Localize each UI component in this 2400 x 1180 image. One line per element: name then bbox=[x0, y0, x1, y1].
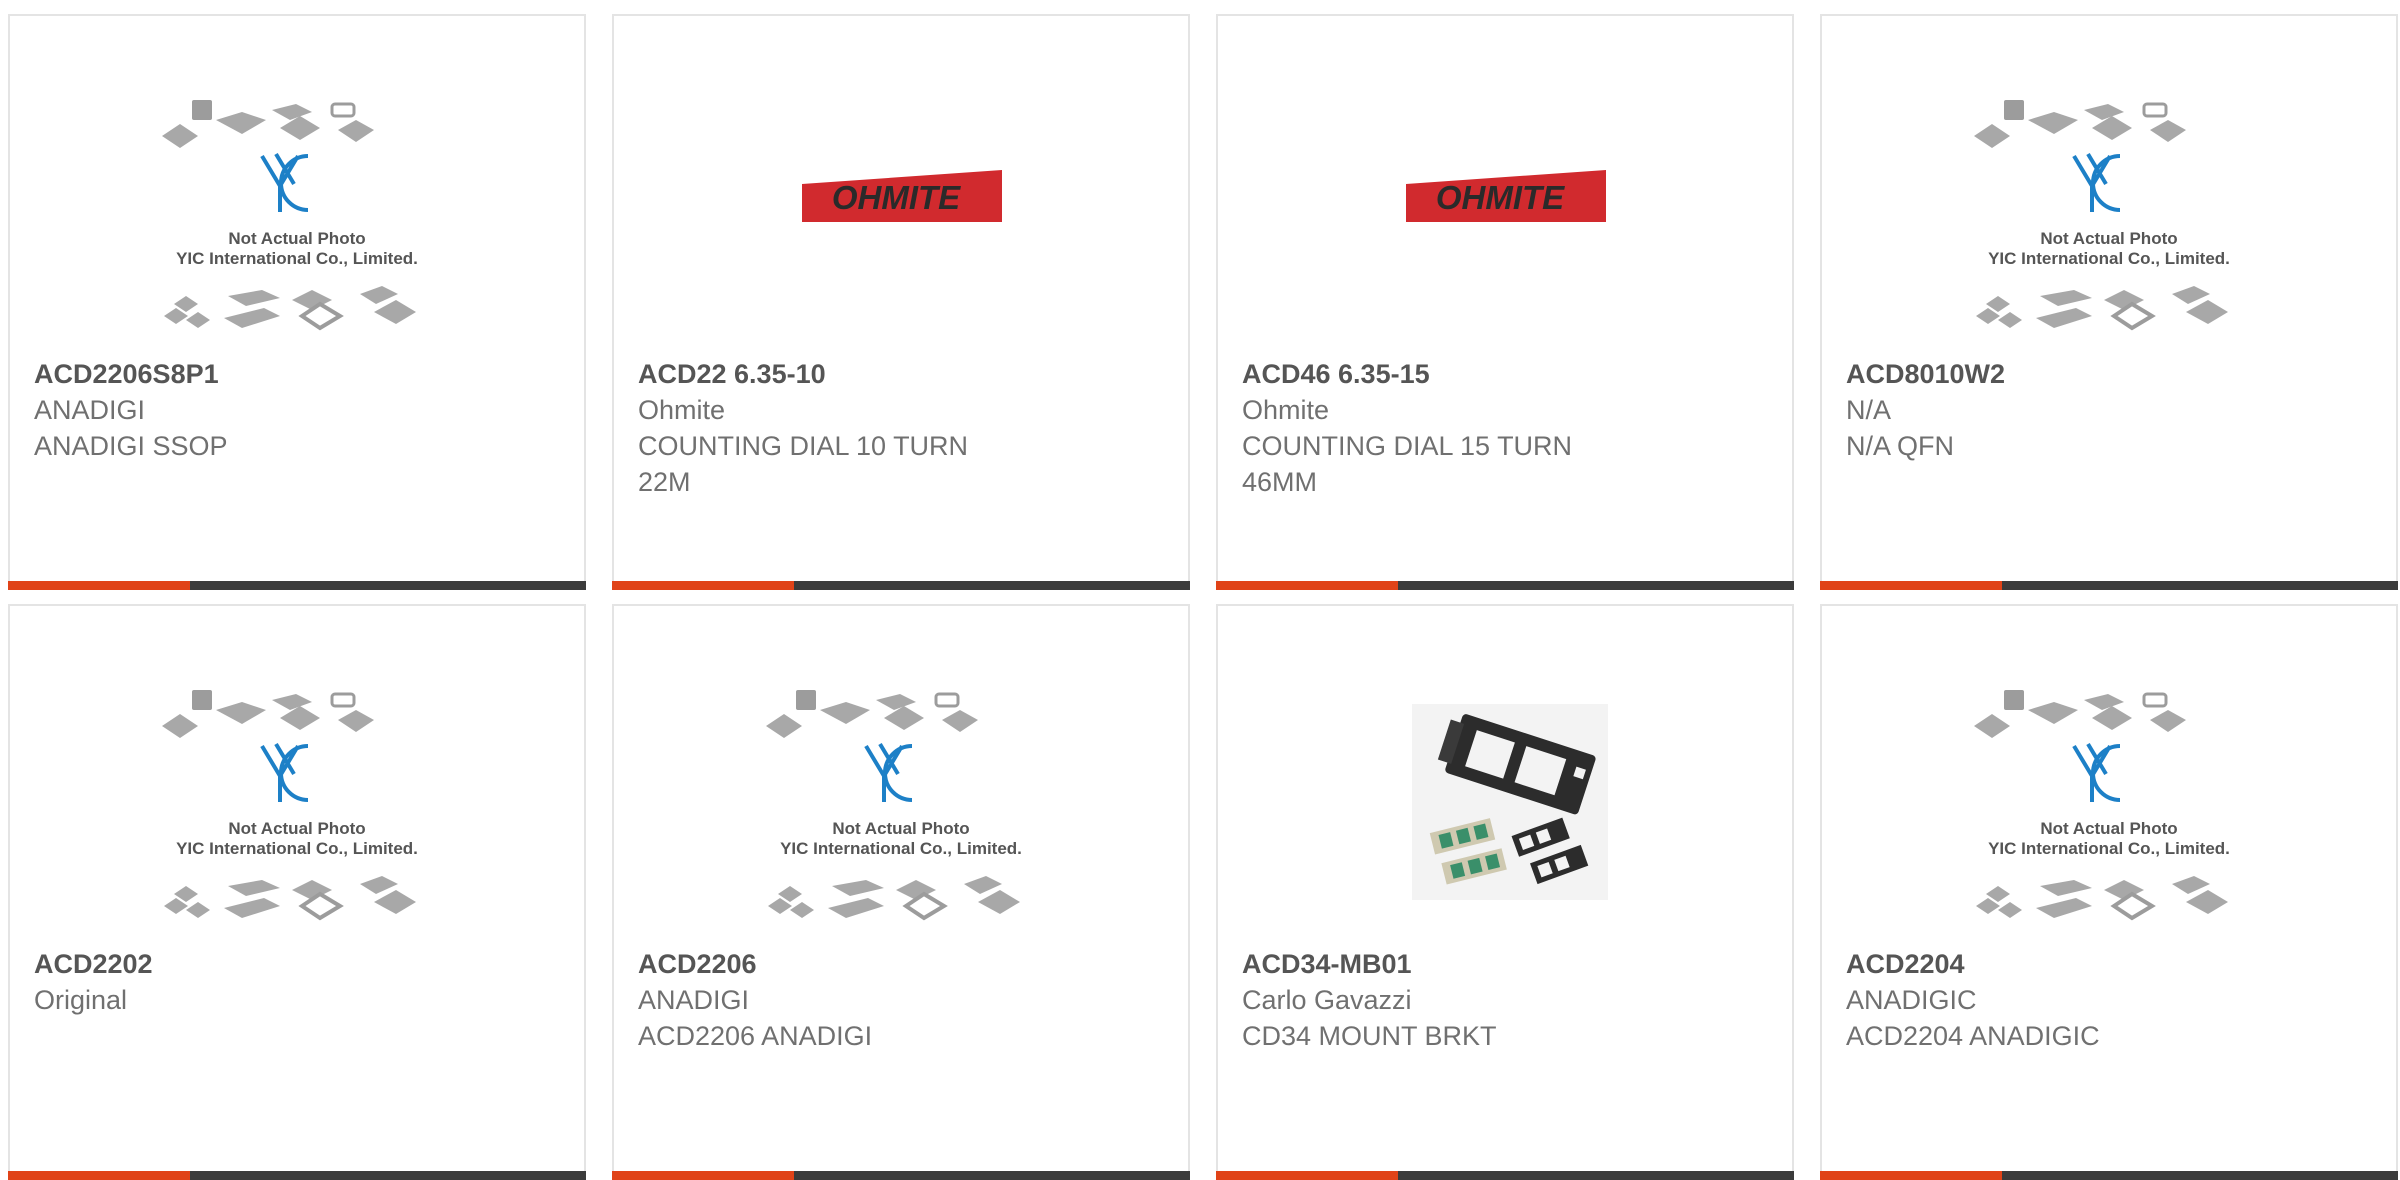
product-image[interactable]: Not Actual Photo YIC International Co., … bbox=[152, 684, 442, 946]
manufacturer: Ohmite bbox=[638, 395, 726, 425]
svg-text:OHMITE: OHMITE bbox=[1436, 179, 1565, 216]
svg-text:YIC International Co., Limited: YIC International Co., Limited. bbox=[176, 249, 418, 268]
product-image[interactable]: OHMITE bbox=[756, 94, 1046, 356]
product-info: ACD34-MB01 Carlo Gavazzi CD34 MOUNT BRKT bbox=[1242, 946, 1768, 1054]
description: COUNTING DIAL 15 TURN 46MM bbox=[1242, 431, 1573, 497]
manufacturer: Original bbox=[34, 985, 128, 1015]
card-bottom-bar bbox=[1820, 581, 2398, 590]
card-accent-bar bbox=[1820, 581, 2002, 590]
part-number[interactable]: ACD2204 bbox=[1846, 946, 2372, 982]
product-card[interactable]: Not Actual Photo YIC International Co., … bbox=[8, 14, 586, 590]
manufacturer: N/A bbox=[1846, 395, 1892, 425]
svg-text:Not Actual Photo: Not Actual Photo bbox=[228, 819, 365, 838]
product-info: ACD8010W2 N/A N/A QFN bbox=[1846, 356, 2372, 464]
description: ANADIGI SSOP bbox=[34, 431, 228, 461]
manufacturer: ANADIGI bbox=[638, 985, 750, 1015]
card-accent-bar bbox=[1820, 1171, 2002, 1180]
ohmite-logo-icon: OHMITE bbox=[1406, 170, 1606, 222]
part-number[interactable]: ACD2202 bbox=[34, 946, 560, 982]
yic-placeholder-icon: Not Actual Photo YIC International Co., … bbox=[1974, 690, 2230, 921]
yic-placeholder-icon: Not Actual Photo YIC International Co., … bbox=[162, 690, 418, 921]
card-accent-bar bbox=[8, 1171, 190, 1180]
description: N/A QFN bbox=[1846, 431, 1955, 461]
description: COUNTING DIAL 10 TURN 22M bbox=[638, 431, 969, 497]
yic-placeholder-icon: Not Actual Photo YIC International Co., … bbox=[1974, 100, 2230, 331]
ohmite-logo-icon: OHMITE bbox=[802, 170, 1002, 222]
card-bottom-bar bbox=[8, 1171, 586, 1180]
product-info: ACD2204 ANADIGIC ACD2204 ANADIGIC bbox=[1846, 946, 2372, 1054]
description: CD34 MOUNT BRKT bbox=[1242, 1021, 1497, 1051]
product-info: ACD22 6.35-10 Ohmite COUNTING DIAL 10 TU… bbox=[638, 356, 1164, 500]
product-card[interactable]: Not Actual Photo YIC International Co., … bbox=[612, 604, 1190, 1180]
yic-placeholder-icon: Not Actual Photo YIC International Co., … bbox=[766, 690, 1022, 921]
part-number[interactable]: ACD8010W2 bbox=[1846, 356, 2372, 392]
manufacturer: ANADIGIC bbox=[1846, 985, 1977, 1015]
description: ACD2206 ANADIGI bbox=[638, 1021, 873, 1051]
card-accent-bar bbox=[1216, 581, 1398, 590]
product-card[interactable]: Not Actual Photo YIC International Co., … bbox=[1820, 14, 2398, 590]
product-info: ACD46 6.35-15 Ohmite COUNTING DIAL 15 TU… bbox=[1242, 356, 1768, 500]
card-bottom-bar bbox=[1820, 1171, 2398, 1180]
product-image[interactable]: Not Actual Photo YIC International Co., … bbox=[1964, 94, 2254, 356]
manufacturer: ANADIGI bbox=[34, 395, 146, 425]
product-image[interactable]: Not Actual Photo YIC International Co., … bbox=[1964, 684, 2254, 946]
part-number[interactable]: ACD2206 bbox=[638, 946, 1164, 982]
svg-text:Not Actual Photo: Not Actual Photo bbox=[2040, 819, 2177, 838]
product-info: ACD2202 Original bbox=[34, 946, 560, 1018]
manufacturer: Carlo Gavazzi bbox=[1242, 985, 1412, 1015]
svg-text:YIC International Co., Limited: YIC International Co., Limited. bbox=[1988, 839, 2230, 858]
card-accent-bar bbox=[612, 1171, 794, 1180]
svg-text:OHMITE: OHMITE bbox=[832, 179, 961, 216]
part-number[interactable]: ACD46 6.35-15 bbox=[1242, 356, 1768, 392]
product-card[interactable]: Not Actual Photo YIC International Co., … bbox=[1820, 604, 2398, 1180]
card-accent-bar bbox=[612, 581, 794, 590]
svg-text:YIC International Co., Limited: YIC International Co., Limited. bbox=[1988, 249, 2230, 268]
svg-text:Not Actual Photo: Not Actual Photo bbox=[228, 229, 365, 248]
product-card[interactable]: OHMITE ACD46 6.35-15 Ohmite COUNTING DIA… bbox=[1216, 14, 1794, 590]
mounting-bracket-photo bbox=[1412, 704, 1608, 900]
svg-text:Not Actual Photo: Not Actual Photo bbox=[832, 819, 969, 838]
svg-text:Not Actual Photo: Not Actual Photo bbox=[2040, 229, 2177, 248]
card-accent-bar bbox=[8, 581, 190, 590]
product-image[interactable]: Not Actual Photo YIC International Co., … bbox=[756, 684, 1046, 946]
product-card[interactable]: ACD34-MB01 Carlo Gavazzi CD34 MOUNT BRKT bbox=[1216, 604, 1794, 1180]
manufacturer: Ohmite bbox=[1242, 395, 1330, 425]
svg-text:YIC International Co., Limited: YIC International Co., Limited. bbox=[780, 839, 1022, 858]
product-image[interactable]: OHMITE bbox=[1360, 94, 1650, 356]
yic-placeholder-icon: Not Actual Photo YIC International Co., … bbox=[162, 100, 418, 331]
description: ACD2204 ANADIGIC bbox=[1846, 1021, 2100, 1051]
part-number[interactable]: ACD2206S8P1 bbox=[34, 356, 560, 392]
card-bottom-bar bbox=[1216, 1171, 1794, 1180]
card-bottom-bar bbox=[8, 581, 586, 590]
card-bottom-bar bbox=[1216, 581, 1794, 590]
card-bottom-bar bbox=[612, 1171, 1190, 1180]
product-image[interactable] bbox=[1360, 684, 1650, 946]
card-bottom-bar bbox=[612, 581, 1190, 590]
product-grid: Not Actual Photo YIC International Co., … bbox=[8, 14, 2398, 1180]
card-accent-bar bbox=[1216, 1171, 1398, 1180]
product-card[interactable]: OHMITE ACD22 6.35-10 Ohmite COUNTING DIA… bbox=[612, 14, 1190, 590]
product-card[interactable]: Not Actual Photo YIC International Co., … bbox=[8, 604, 586, 1180]
part-number[interactable]: ACD22 6.35-10 bbox=[638, 356, 1164, 392]
product-info: ACD2206 ANADIGI ACD2206 ANADIGI bbox=[638, 946, 1164, 1054]
svg-text:YIC International Co., Limited: YIC International Co., Limited. bbox=[176, 839, 418, 858]
product-image[interactable]: Not Actual Photo YIC International Co., … bbox=[152, 94, 442, 356]
part-number[interactable]: ACD34-MB01 bbox=[1242, 946, 1768, 982]
product-info: ACD2206S8P1 ANADIGI ANADIGI SSOP bbox=[34, 356, 560, 464]
